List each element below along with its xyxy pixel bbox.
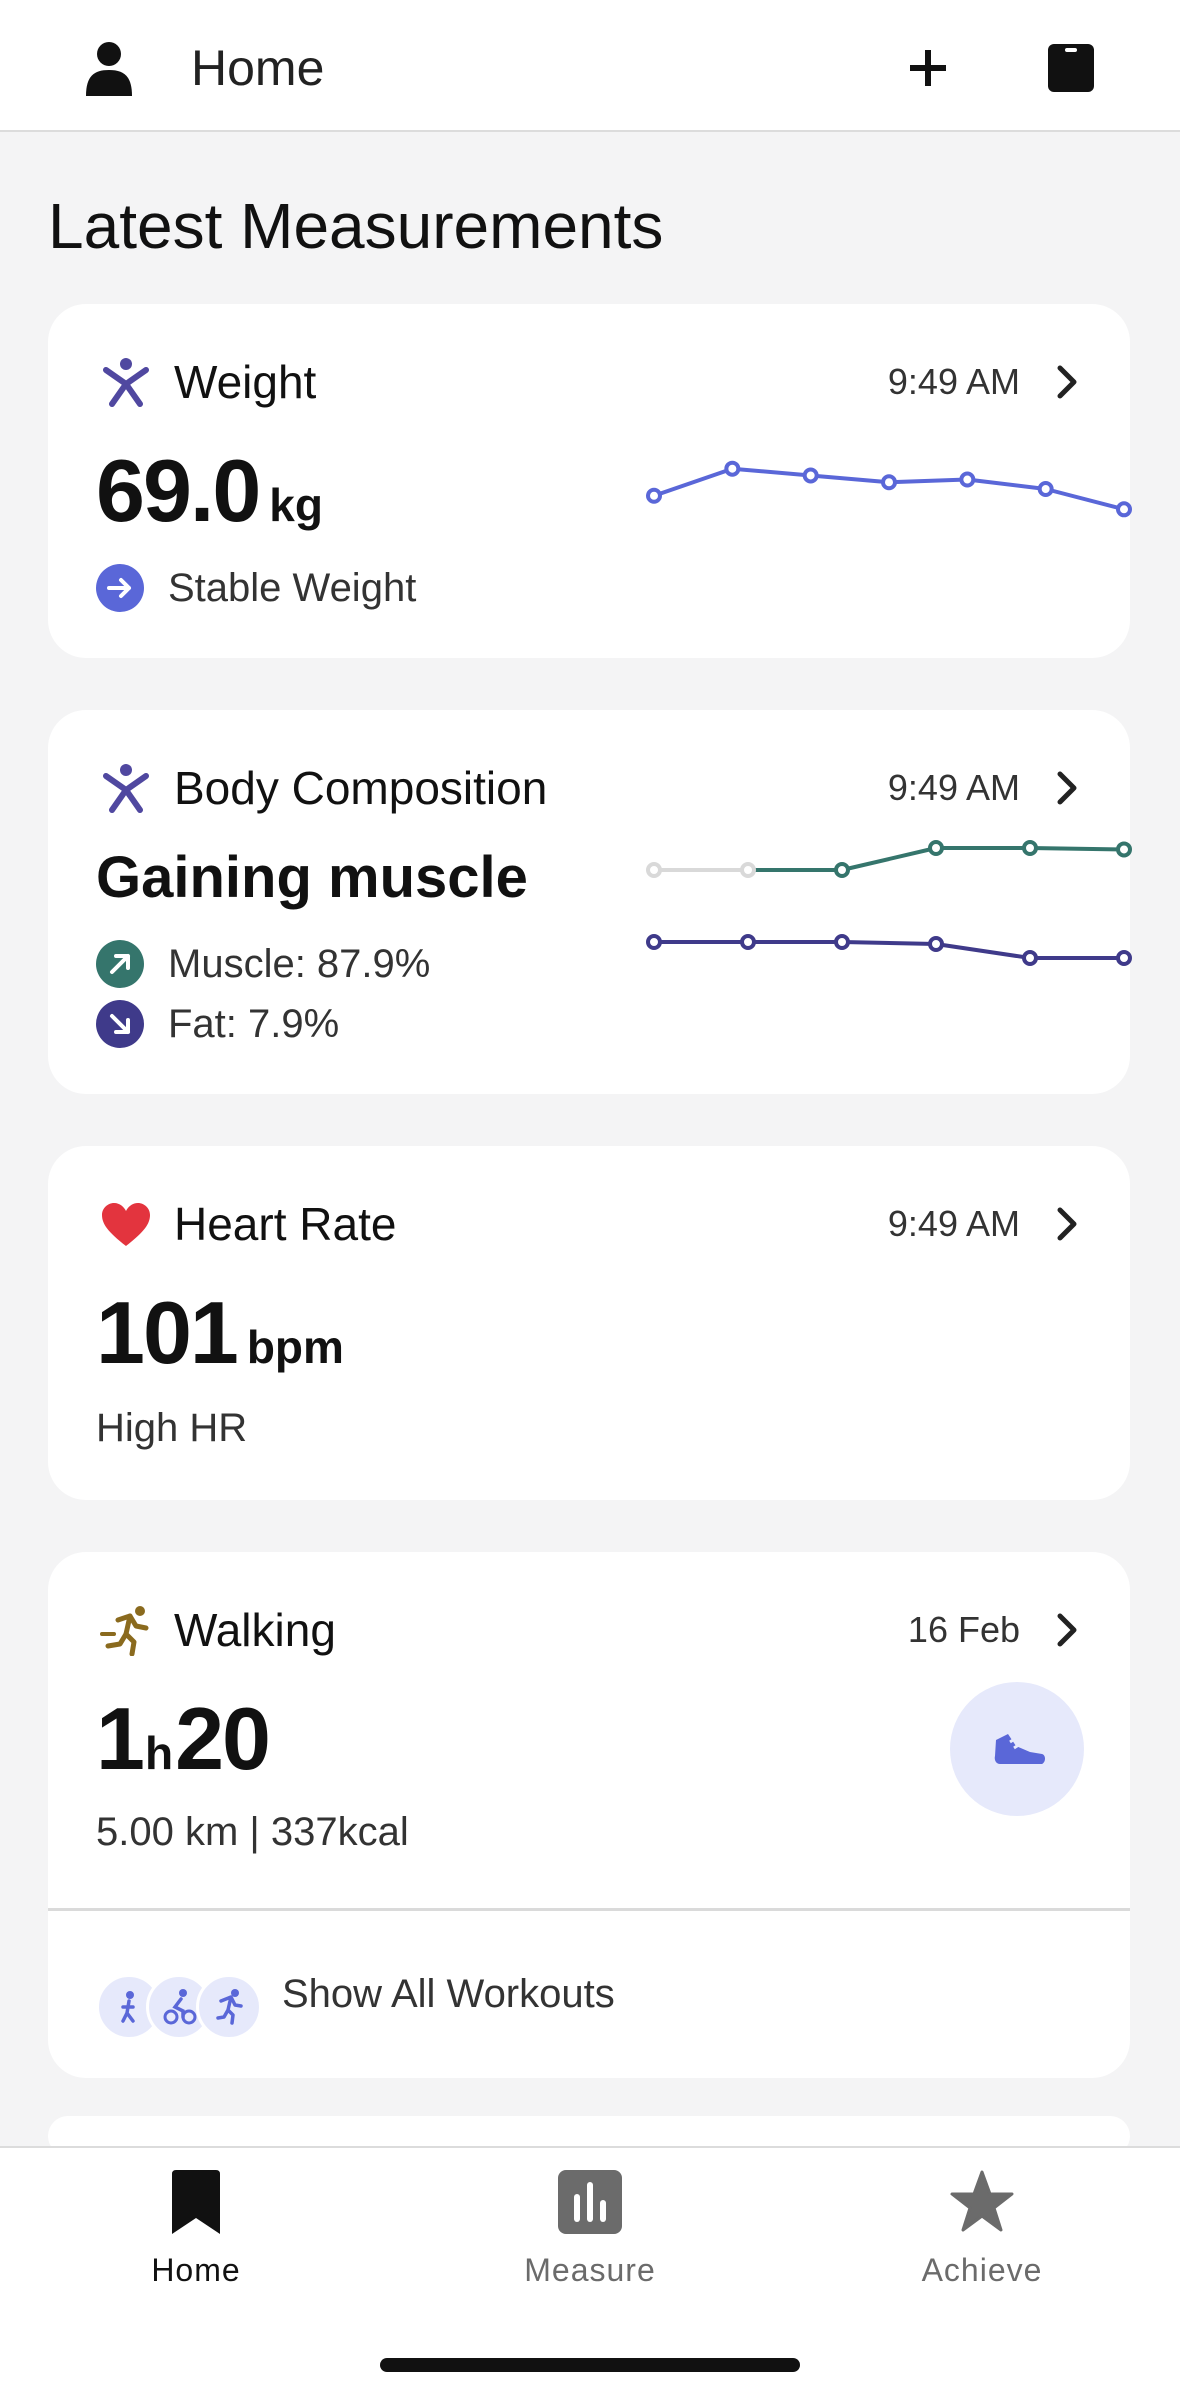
card-title: Weight bbox=[174, 356, 317, 408]
running-icon bbox=[100, 1606, 149, 1656]
muscle-trend-segment bbox=[840, 846, 938, 872]
star-icon bbox=[950, 2170, 1014, 2232]
chevron-right-icon[interactable] bbox=[1052, 1610, 1082, 1650]
status-text: Stable Weight bbox=[168, 565, 417, 610]
running-icon bbox=[196, 1974, 262, 2040]
card-time: 9:49 AM bbox=[887, 1203, 1020, 1244]
duration-hours: 1 bbox=[96, 1689, 145, 1788]
fat-trend-point bbox=[740, 934, 756, 950]
value-number: 69.0 bbox=[96, 441, 261, 540]
weight-trend-segment bbox=[808, 473, 891, 485]
fat-text: Fat: 7.9% bbox=[168, 1001, 340, 1046]
walking-duration: 1h20 bbox=[96, 1688, 271, 1790]
body-composition-card[interactable]: Body Composition 9:49 AM Gaining muscle … bbox=[48, 710, 1132, 1094]
muscle-text: Muscle: 87.9% bbox=[168, 941, 431, 986]
card-title: Walking bbox=[174, 1604, 336, 1656]
duration-hours-unit: h bbox=[144, 1727, 174, 1779]
status-text: High HR bbox=[96, 1406, 248, 1450]
muscle-trend-point bbox=[646, 862, 662, 878]
weight-trend-segment bbox=[730, 466, 813, 478]
fat-trend-point bbox=[834, 934, 850, 950]
heart-icon bbox=[102, 1203, 150, 1246]
weight-trend-point bbox=[1037, 481, 1054, 497]
weight-trend-point bbox=[881, 474, 897, 491]
person-icon bbox=[103, 358, 149, 407]
arrow-down-right-icon bbox=[96, 1000, 144, 1048]
heart-rate-card[interactable]: Heart Rate 9:49 AM 101 bpm High HR bbox=[48, 1146, 1130, 1500]
muscle-row: Muscle: 87.9% bbox=[96, 940, 430, 988]
card-title: Body Composition bbox=[174, 762, 548, 814]
page-title: Home bbox=[191, 40, 325, 96]
home-indicator bbox=[380, 2358, 800, 2372]
weight-trend-segment bbox=[965, 477, 1048, 491]
weight-trend-segment bbox=[652, 466, 735, 498]
person-icon bbox=[103, 764, 149, 813]
fat-trend-point bbox=[928, 936, 944, 952]
weight-trend-segment bbox=[1043, 487, 1126, 512]
muscle-trend-point bbox=[928, 840, 944, 856]
plus-icon[interactable] bbox=[904, 44, 952, 92]
show-all-workouts-link[interactable]: Show All Workouts bbox=[282, 1972, 615, 2017]
muscle-trend-point bbox=[1022, 840, 1038, 856]
weight-trend-point bbox=[959, 471, 976, 488]
arrow-right-icon bbox=[96, 564, 144, 612]
weight-trend-point bbox=[724, 460, 741, 477]
weight-trend-point bbox=[1116, 501, 1132, 518]
value-number: 101 bbox=[96, 1283, 239, 1382]
user-icon[interactable] bbox=[84, 40, 134, 96]
shoe-icon bbox=[994, 1734, 1045, 1764]
divider bbox=[48, 1908, 1130, 1911]
tab-measure[interactable]: Measure bbox=[470, 2168, 710, 2289]
tab-label: Achieve bbox=[921, 2252, 1043, 2288]
bookmark-icon bbox=[172, 2170, 220, 2234]
fat-trend-point bbox=[646, 934, 662, 950]
weight-trend-sparkline bbox=[646, 460, 1132, 518]
card-date: 16 Feb bbox=[907, 1609, 1020, 1650]
muscle-trend-point bbox=[1116, 841, 1132, 858]
duration-minutes: 20 bbox=[175, 1689, 271, 1788]
card-time: 9:49 AM bbox=[887, 767, 1020, 808]
tab-home[interactable]: Home bbox=[76, 2168, 316, 2289]
value-unit: kg bbox=[269, 479, 323, 531]
muscle-trend-point bbox=[740, 862, 756, 878]
fat-row: Fat: 7.9% bbox=[96, 1000, 339, 1048]
workout-types bbox=[96, 1974, 262, 2040]
walking-details: 5.00 km | 337kcal bbox=[96, 1810, 409, 1854]
card-title: Heart Rate bbox=[174, 1198, 397, 1250]
muscle-trend-point bbox=[834, 862, 850, 878]
value-unit: bpm bbox=[246, 1321, 344, 1373]
weight-trend-segment bbox=[887, 477, 970, 485]
fat-trend-segment bbox=[840, 940, 938, 946]
tablet-icon[interactable] bbox=[1046, 40, 1096, 96]
fat-trend-point bbox=[1116, 950, 1132, 966]
card-time: 9:49 AM bbox=[887, 361, 1020, 402]
shoe-button[interactable] bbox=[950, 1682, 1084, 1816]
top-app-bar: Home bbox=[0, 0, 1180, 132]
bar-chart-icon bbox=[558, 2170, 622, 2234]
body-composition-sparkline bbox=[646, 840, 1132, 966]
chevron-right-icon[interactable] bbox=[1052, 768, 1082, 808]
weight-trend-point bbox=[802, 467, 819, 484]
weight-status: Stable Weight bbox=[96, 564, 416, 612]
tab-label: Home bbox=[151, 2252, 241, 2288]
heart-rate-value: 101 bpm bbox=[96, 1282, 344, 1384]
weight-card[interactable]: Weight 9:49 AM 69.0 kg Stable Weight bbox=[48, 304, 1132, 658]
body-headline: Gaining muscle bbox=[96, 845, 528, 910]
fat-trend-segment bbox=[934, 942, 1032, 960]
weight-value: 69.0 kg bbox=[96, 440, 323, 542]
chevron-right-icon[interactable] bbox=[1052, 362, 1082, 402]
chevron-right-icon[interactable] bbox=[1052, 1204, 1082, 1244]
arrow-up-right-icon bbox=[96, 940, 144, 988]
fat-trend-point bbox=[1022, 950, 1038, 966]
tab-label: Measure bbox=[524, 2252, 656, 2288]
weight-trend-point bbox=[646, 487, 662, 504]
tab-achieve[interactable]: Achieve bbox=[862, 2168, 1102, 2289]
muscle-trend-segment bbox=[1028, 846, 1126, 852]
section-title: Latest Measurements bbox=[48, 190, 664, 262]
walking-card[interactable]: Walking 16 Feb 1h20 5.00 km | 337kcal Sh… bbox=[48, 1552, 1130, 2078]
